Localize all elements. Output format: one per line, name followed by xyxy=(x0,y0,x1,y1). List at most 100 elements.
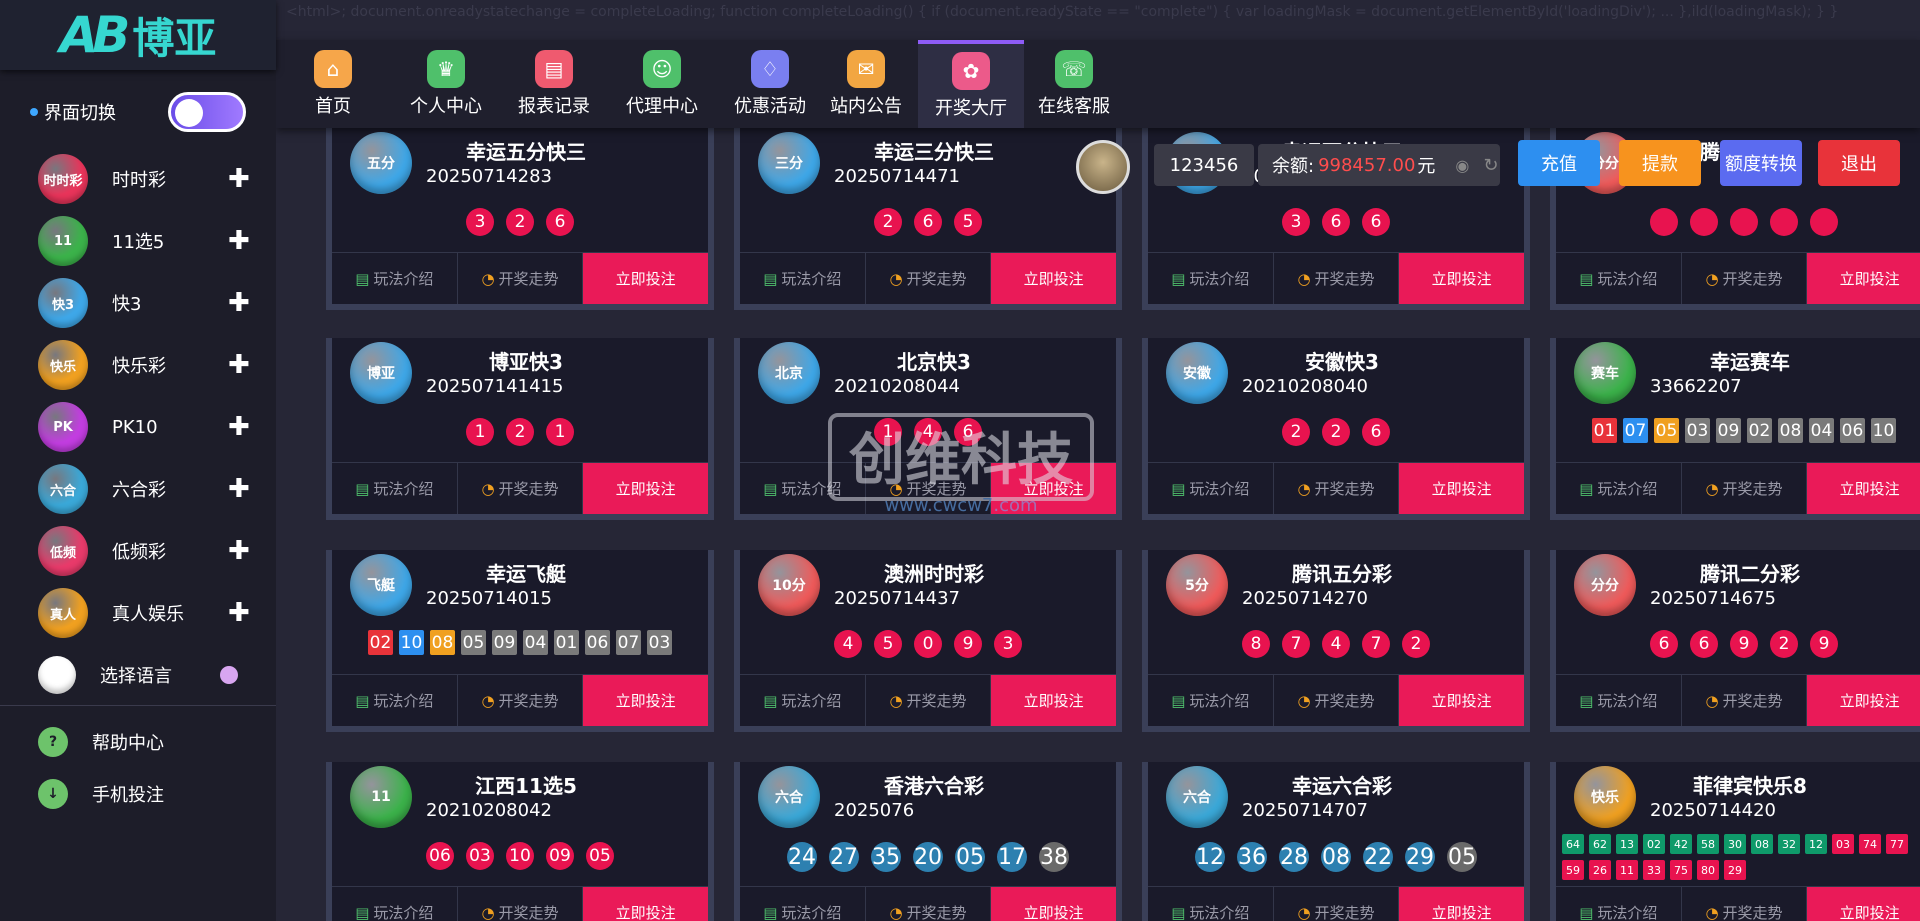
bet-now-button[interactable]: 立即投注 xyxy=(1807,253,1920,304)
theme-toggle[interactable] xyxy=(168,92,246,132)
rules-button[interactable]: ▤ 玩法介绍 xyxy=(1556,463,1682,514)
expand-plus-icon[interactable]: ✚ xyxy=(228,474,250,504)
bet-now-button[interactable]: 立即投注 xyxy=(583,675,709,726)
expand-plus-icon[interactable]: ✚ xyxy=(228,226,250,256)
bet-now-button[interactable]: 立即投注 xyxy=(1399,887,1525,921)
rules-button[interactable]: ▤ 玩法介绍 xyxy=(740,675,866,726)
result-ball: 02 xyxy=(1643,834,1665,854)
tab-notices[interactable]: ✉ 站内公告 xyxy=(826,40,906,128)
trend-button[interactable]: ◔ 开奖走势 xyxy=(458,887,584,921)
tab-label: 代理中心 xyxy=(626,96,698,117)
withdraw-button[interactable]: 提款 xyxy=(1619,140,1701,186)
rules-button[interactable]: ▤ 玩法介绍 xyxy=(1556,253,1682,304)
issue-number: 20250714471 xyxy=(834,166,960,187)
sidebar-item-liuhe[interactable]: 六合 六合彩 ✚ xyxy=(38,462,250,516)
trend-button[interactable]: ◔ 开奖走势 xyxy=(1274,253,1400,304)
bet-now-button[interactable]: 立即投注 xyxy=(991,253,1117,304)
trend-label: 开奖走势 xyxy=(1314,904,1375,921)
tab-profile[interactable]: ♛ 个人中心 xyxy=(398,40,494,128)
rules-button[interactable]: ▤ 玩法介绍 xyxy=(332,463,458,514)
tab-home[interactable]: ⌂ 首页 xyxy=(288,40,378,128)
trend-button[interactable]: ◔ 开奖走势 xyxy=(866,887,992,921)
result-ball: 10 xyxy=(399,630,424,655)
sidebar-item-kuaile[interactable]: 快乐 快乐彩 ✚ xyxy=(38,338,250,392)
mobile-bet-link[interactable]: ↓ 手机投注 xyxy=(38,776,238,812)
sidebar-item-11x5[interactable]: 11 11选5 ✚ xyxy=(38,214,250,268)
sidebar-item-dipin[interactable]: 低频 低频彩 ✚ xyxy=(38,524,250,578)
logo[interactable]: AB 博亚 xyxy=(0,0,276,70)
tab-draw-hall[interactable]: ✿ 开奖大厅 xyxy=(918,40,1024,128)
bet-now-button[interactable]: 立即投注 xyxy=(583,463,709,514)
expand-plus-icon[interactable]: ✚ xyxy=(228,412,250,442)
result-ball: 27 xyxy=(829,842,859,872)
hide-balance-eye-icon[interactable]: ◉ xyxy=(1455,156,1469,175)
rules-button[interactable]: ▤ 玩法介绍 xyxy=(1148,463,1274,514)
trend-button[interactable]: ◔ 开奖走势 xyxy=(1274,463,1400,514)
sidebar-item-k3[interactable]: 快3 快3 ✚ xyxy=(38,276,250,330)
result-ball: 08 xyxy=(1778,418,1803,443)
bet-now-button[interactable]: 立即投注 xyxy=(583,887,709,921)
trend-button[interactable]: ◔ 开奖走势 xyxy=(1682,463,1808,514)
trend-button[interactable]: ◔ 开奖走势 xyxy=(458,463,584,514)
expand-plus-icon[interactable]: ✚ xyxy=(228,288,250,318)
sidebar-item-pk10[interactable]: PK PK10 ✚ xyxy=(38,400,250,454)
bet-now-button[interactable]: 立即投注 xyxy=(991,675,1117,726)
bet-now-button[interactable]: 立即投注 xyxy=(1399,463,1525,514)
doc-icon: ▤ xyxy=(1579,269,1594,288)
bet-now-button[interactable]: 立即投注 xyxy=(1807,463,1920,514)
result-ball: 10 xyxy=(506,842,534,870)
lottery-name: 澳洲时时彩 xyxy=(884,562,984,586)
trend-label: 开奖走势 xyxy=(498,904,559,921)
rules-button[interactable]: ▤ 玩法介绍 xyxy=(740,887,866,921)
transfer-button[interactable]: 额度转换 xyxy=(1720,140,1802,186)
trend-button[interactable]: ◔ 开奖走势 xyxy=(866,253,992,304)
expand-plus-icon[interactable]: ✚ xyxy=(228,598,250,628)
expand-plus-icon[interactable]: ✚ xyxy=(228,536,250,566)
trend-button[interactable]: ◔ 开奖走势 xyxy=(1274,675,1400,726)
sidebar-item-ssc[interactable]: 时时彩 时时彩 ✚ xyxy=(38,152,250,206)
doc-icon: ▤ xyxy=(355,269,370,288)
rules-button[interactable]: ▤ 玩法介绍 xyxy=(1556,675,1682,726)
notices-icon: ✉ xyxy=(847,50,885,88)
trend-button[interactable]: ◔ 开奖走势 xyxy=(1682,887,1808,921)
draw-result-balls: 45093 xyxy=(740,630,1116,664)
tab-agent[interactable]: ☺ 代理中心 xyxy=(614,40,710,128)
trend-button[interactable]: ◔ 开奖走势 xyxy=(1274,887,1400,921)
lottery-card: 快乐 菲律宾快乐8 20250714420 64 62 13 02 42 58 30 08 32 12 0… xyxy=(1550,762,1920,921)
bet-now-button[interactable]: 立即投注 xyxy=(583,253,709,304)
trend-button[interactable]: ◔ 开奖走势 xyxy=(1682,675,1808,726)
sidebar-item-language[interactable]: 选择语言 xyxy=(38,648,248,702)
rules-button[interactable]: ▤ 玩法介绍 xyxy=(332,887,458,921)
avatar[interactable] xyxy=(1076,140,1130,194)
trend-button[interactable]: ◔ 开奖走势 xyxy=(458,253,584,304)
bet-now-button[interactable]: 立即投注 xyxy=(1807,887,1920,921)
expand-plus-icon[interactable]: ✚ xyxy=(228,350,250,380)
rules-button[interactable]: ▤ 玩法介绍 xyxy=(1148,253,1274,304)
bet-now-button[interactable]: 立即投注 xyxy=(1807,675,1920,726)
rules-button[interactable]: ▤ 玩法介绍 xyxy=(740,253,866,304)
trend-button[interactable]: ◔ 开奖走势 xyxy=(458,675,584,726)
tab-promotions[interactable]: ♢ 优惠活动 xyxy=(722,40,818,128)
bet-now-button[interactable]: 立即投注 xyxy=(991,887,1117,921)
refresh-icon[interactable]: ↻ xyxy=(1483,155,1498,176)
rules-button[interactable]: ▤ 玩法介绍 xyxy=(332,675,458,726)
sidebar-item-live[interactable]: 真人 真人娱乐 ✚ xyxy=(38,586,250,640)
trend-label: 开奖走势 xyxy=(906,692,967,710)
rules-button[interactable]: ▤ 玩法介绍 xyxy=(1148,887,1274,921)
rules-button[interactable]: ▤ 玩法介绍 xyxy=(1148,675,1274,726)
trend-button[interactable]: ◔ 开奖走势 xyxy=(1682,253,1808,304)
tab-support[interactable]: ☏ 在线客服 xyxy=(1026,40,1122,128)
bet-now-button[interactable]: 立即投注 xyxy=(1399,253,1525,304)
result-ball: 04 xyxy=(1809,418,1834,443)
bet-now-button[interactable]: 立即投注 xyxy=(1399,675,1525,726)
rules-button[interactable]: ▤ 玩法介绍 xyxy=(1556,887,1682,921)
recharge-button[interactable]: 充值 xyxy=(1518,140,1600,186)
rules-button[interactable]: ▤ 玩法介绍 xyxy=(332,253,458,304)
expand-plus-icon[interactable]: ✚ xyxy=(228,164,250,194)
agent-icon: ☺ xyxy=(643,50,681,88)
tab-reports[interactable]: ▤ 报表记录 xyxy=(506,40,602,128)
trend-button[interactable]: ◔ 开奖走势 xyxy=(866,675,992,726)
help-center-link[interactable]: ? 帮助中心 xyxy=(38,724,238,760)
logout-button[interactable]: 退出 xyxy=(1818,140,1900,186)
language-dot-icon[interactable] xyxy=(220,666,238,684)
